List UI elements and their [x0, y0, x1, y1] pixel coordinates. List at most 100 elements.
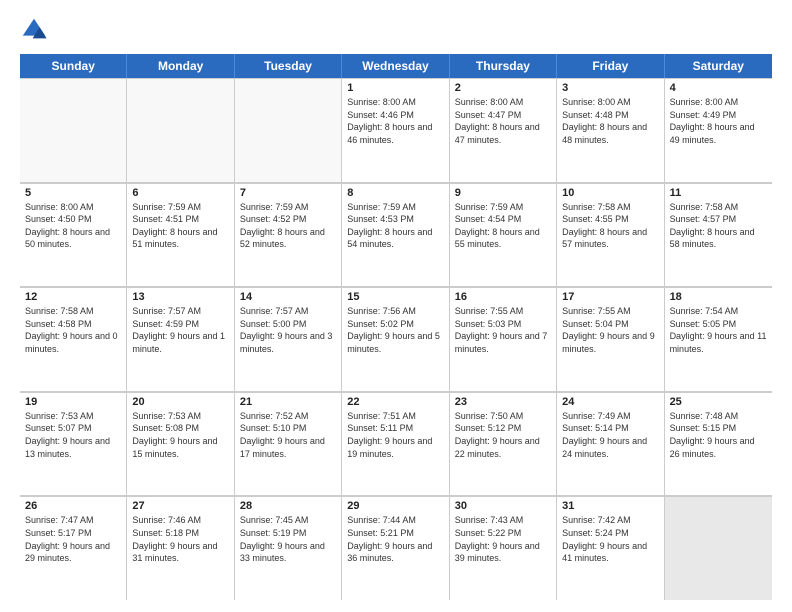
calendar-week-4: 26 Sunrise: 7:47 AMSunset: 5:17 PMDayligh…: [20, 496, 772, 600]
calendar: SundayMondayTuesdayWednesdayThursdayFrid…: [20, 54, 772, 600]
calendar-cell: 15 Sunrise: 7:56 AMSunset: 5:02 PMDayligh…: [342, 287, 449, 391]
day-number: 19: [25, 396, 121, 408]
calendar-cell: 19 Sunrise: 7:53 AMSunset: 5:07 PMDayligh…: [20, 392, 127, 496]
calendar-cell: 7 Sunrise: 7:59 AMSunset: 4:52 PMDaylight…: [235, 183, 342, 287]
day-number: 15: [347, 291, 443, 303]
calendar-cell: [235, 78, 342, 182]
calendar-header: SundayMondayTuesdayWednesdayThursdayFrid…: [20, 54, 772, 78]
calendar-cell: 23 Sunrise: 7:50 AMSunset: 5:12 PMDayligh…: [450, 392, 557, 496]
calendar-cell: 30 Sunrise: 7:43 AMSunset: 5:22 PMDayligh…: [450, 496, 557, 600]
day-detail: Sunrise: 7:46 AMSunset: 5:18 PMDaylight:…: [132, 514, 228, 564]
day-number: 16: [455, 291, 551, 303]
calendar-cell: 4 Sunrise: 8:00 AMSunset: 4:49 PMDaylight…: [665, 78, 772, 182]
calendar-cell: [665, 496, 772, 600]
calendar-cell: 20 Sunrise: 7:53 AMSunset: 5:08 PMDayligh…: [127, 392, 234, 496]
day-detail: Sunrise: 7:42 AMSunset: 5:24 PMDaylight:…: [562, 514, 658, 564]
calendar-week-1: 5Sunrise: 8:00 AMSunset: 4:50 PMDaylight…: [20, 183, 772, 288]
calendar-cell: 6Sunrise: 7:59 AMSunset: 4:51 PMDaylight…: [127, 183, 234, 287]
day-detail: Sunrise: 7:58 AMSunset: 4:57 PMDaylight:…: [670, 201, 767, 251]
day-detail: Sunrise: 7:51 AMSunset: 5:11 PMDaylight:…: [347, 410, 443, 460]
day-detail: Sunrise: 7:59 AMSunset: 4:52 PMDaylight:…: [240, 201, 336, 251]
calendar-week-3: 19 Sunrise: 7:53 AMSunset: 5:07 PMDayligh…: [20, 392, 772, 497]
day-detail: Sunrise: 7:56 AMSunset: 5:02 PMDaylight:…: [347, 305, 443, 355]
day-detail: Sunrise: 7:59 AMSunset: 4:54 PMDaylight:…: [455, 201, 551, 251]
day-number: 4: [670, 82, 767, 94]
calendar-cell: 14Sunrise: 7:57 AMSunset: 5:00 PMDayligh…: [235, 287, 342, 391]
day-number: 27: [132, 500, 228, 512]
day-detail: Sunrise: 7:52 AMSunset: 5:10 PMDaylight:…: [240, 410, 336, 460]
day-number: 22: [347, 396, 443, 408]
day-detail: Sunrise: 7:57 AMSunset: 4:59 PMDaylight:…: [132, 305, 228, 355]
day-number: 21: [240, 396, 336, 408]
day-detail: Sunrise: 7:55 AMSunset: 5:04 PMDaylight:…: [562, 305, 658, 355]
day-number: 8: [347, 187, 443, 199]
logo-icon: [20, 16, 48, 44]
day-number: 23: [455, 396, 551, 408]
day-detail: Sunrise: 8:00 AMSunset: 4:46 PMDaylight:…: [347, 96, 443, 146]
header-day-tuesday: Tuesday: [235, 54, 342, 78]
day-number: 30: [455, 500, 551, 512]
calendar-cell: 21 Sunrise: 7:52 AMSunset: 5:10 PMDayligh…: [235, 392, 342, 496]
day-number: 25: [670, 396, 767, 408]
calendar-cell: 16 Sunrise: 7:55 AMSunset: 5:03 PMDayligh…: [450, 287, 557, 391]
day-detail: Sunrise: 7:59 AMSunset: 4:53 PMDaylight:…: [347, 201, 443, 251]
day-detail: Sunrise: 7:50 AMSunset: 5:12 PMDaylight:…: [455, 410, 551, 460]
day-detail: Sunrise: 7:59 AMSunset: 4:51 PMDaylight:…: [132, 201, 228, 251]
day-number: 12: [25, 291, 121, 303]
calendar-week-2: 12 Sunrise: 7:58 AMSunset: 4:58 PMDayligh…: [20, 287, 772, 392]
calendar-cell: 8 Sunrise: 7:59 AMSunset: 4:53 PMDaylight…: [342, 183, 449, 287]
day-detail: Sunrise: 7:49 AMSunset: 5:14 PMDaylight:…: [562, 410, 658, 460]
day-number: 11: [670, 187, 767, 199]
calendar-cell: 25 Sunrise: 7:48 AMSunset: 5:15 PMDayligh…: [665, 392, 772, 496]
calendar-cell: 1Sunrise: 8:00 AMSunset: 4:46 PMDaylight…: [342, 78, 449, 182]
logo: [20, 16, 52, 44]
day-detail: Sunrise: 7:44 AMSunset: 5:21 PMDaylight:…: [347, 514, 443, 564]
day-detail: Sunrise: 7:57 AMSunset: 5:00 PMDaylight:…: [240, 305, 336, 355]
day-detail: Sunrise: 8:00 AMSunset: 4:49 PMDaylight:…: [670, 96, 767, 146]
day-number: 24: [562, 396, 658, 408]
day-number: 9: [455, 187, 551, 199]
day-detail: Sunrise: 7:48 AMSunset: 5:15 PMDaylight:…: [670, 410, 767, 460]
header-day-thursday: Thursday: [450, 54, 557, 78]
day-number: 3: [562, 82, 658, 94]
calendar-body: 1Sunrise: 8:00 AMSunset: 4:46 PMDaylight…: [20, 78, 772, 600]
calendar-cell: 12 Sunrise: 7:58 AMSunset: 4:58 PMDayligh…: [20, 287, 127, 391]
calendar-cell: 3Sunrise: 8:00 AMSunset: 4:48 PMDaylight…: [557, 78, 664, 182]
day-number: 20: [132, 396, 228, 408]
calendar-cell: 10Sunrise: 7:58 AMSunset: 4:55 PMDayligh…: [557, 183, 664, 287]
day-detail: Sunrise: 7:55 AMSunset: 5:03 PMDaylight:…: [455, 305, 551, 355]
calendar-cell: [127, 78, 234, 182]
day-number: 29: [347, 500, 443, 512]
header-day-friday: Friday: [557, 54, 664, 78]
calendar-cell: 29 Sunrise: 7:44 AMSunset: 5:21 PMDayligh…: [342, 496, 449, 600]
header: [20, 16, 772, 44]
day-number: 13: [132, 291, 228, 303]
day-number: 26: [25, 500, 121, 512]
calendar-cell: 11 Sunrise: 7:58 AMSunset: 4:57 PMDayligh…: [665, 183, 772, 287]
page: SundayMondayTuesdayWednesdayThursdayFrid…: [0, 0, 792, 612]
calendar-cell: 27 Sunrise: 7:46 AMSunset: 5:18 PMDayligh…: [127, 496, 234, 600]
day-number: 31: [562, 500, 658, 512]
calendar-cell: 26 Sunrise: 7:47 AMSunset: 5:17 PMDayligh…: [20, 496, 127, 600]
day-detail: Sunrise: 7:53 AMSunset: 5:08 PMDaylight:…: [132, 410, 228, 460]
day-detail: Sunrise: 7:54 AMSunset: 5:05 PMDaylight:…: [670, 305, 767, 355]
day-detail: Sunrise: 7:58 AMSunset: 4:55 PMDaylight:…: [562, 201, 658, 251]
day-detail: Sunrise: 8:00 AMSunset: 4:50 PMDaylight:…: [25, 201, 121, 251]
header-day-monday: Monday: [127, 54, 234, 78]
day-detail: Sunrise: 7:53 AMSunset: 5:07 PMDaylight:…: [25, 410, 121, 460]
day-detail: Sunrise: 7:47 AMSunset: 5:17 PMDaylight:…: [25, 514, 121, 564]
day-number: 7: [240, 187, 336, 199]
calendar-cell: 28Sunrise: 7:45 AMSunset: 5:19 PMDayligh…: [235, 496, 342, 600]
day-detail: Sunrise: 7:58 AMSunset: 4:58 PMDaylight:…: [25, 305, 121, 355]
header-day-wednesday: Wednesday: [342, 54, 449, 78]
calendar-cell: 18Sunrise: 7:54 AMSunset: 5:05 PMDayligh…: [665, 287, 772, 391]
calendar-cell: 13 Sunrise: 7:57 AMSunset: 4:59 PMDayligh…: [127, 287, 234, 391]
day-number: 17: [562, 291, 658, 303]
calendar-cell: 9 Sunrise: 7:59 AMSunset: 4:54 PMDaylight…: [450, 183, 557, 287]
calendar-cell: 24 Sunrise: 7:49 AMSunset: 5:14 PMDayligh…: [557, 392, 664, 496]
calendar-cell: 31 Sunrise: 7:42 AMSunset: 5:24 PMDayligh…: [557, 496, 664, 600]
calendar-cell: [20, 78, 127, 182]
day-detail: Sunrise: 7:43 AMSunset: 5:22 PMDaylight:…: [455, 514, 551, 564]
day-detail: Sunrise: 8:00 AMSunset: 4:47 PMDaylight:…: [455, 96, 551, 146]
calendar-cell: 2Sunrise: 8:00 AMSunset: 4:47 PMDaylight…: [450, 78, 557, 182]
